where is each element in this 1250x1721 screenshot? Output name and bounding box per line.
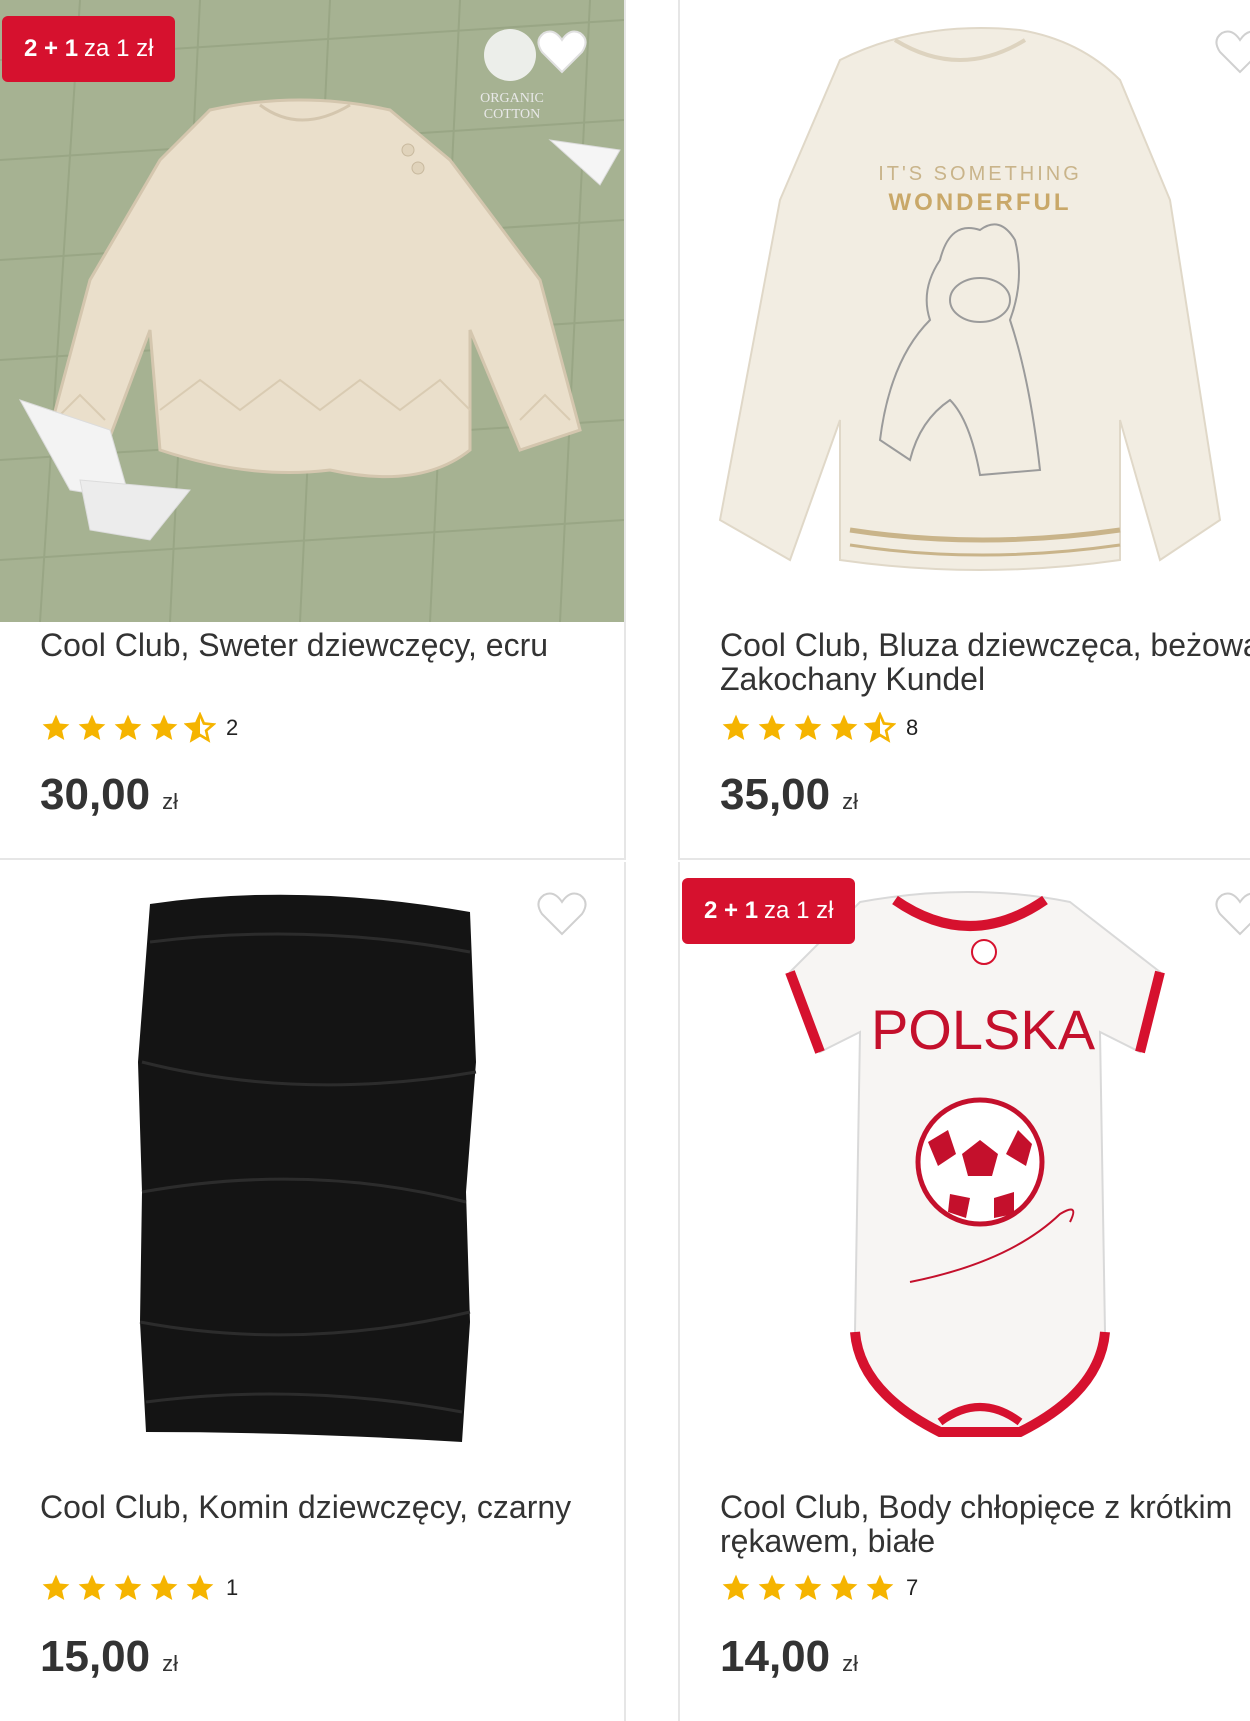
star-half-icon — [864, 712, 896, 743]
star-icon — [830, 714, 858, 740]
product-card[interactable]: IT'S SOMETHING WONDERFUL Cool Club, Bluz… — [678, 0, 1250, 860]
star-icon — [794, 1574, 822, 1600]
snood-illustration — [0, 862, 624, 1484]
promo-badge: 2 + 1 za 1 zł — [2, 16, 176, 82]
star-icon — [722, 1574, 750, 1600]
star-icon — [758, 714, 786, 740]
print-text: IT'S SOMETHING — [878, 163, 1082, 185]
star-icon — [78, 1574, 106, 1600]
print-text: POLSKA — [871, 998, 1096, 1061]
star-icon — [758, 1574, 786, 1600]
product-card[interactable]: ORGANIC COTTON 2 + 1 za 1 zł Cool Club, S… — [0, 0, 626, 860]
star-icon — [830, 1574, 858, 1600]
product-price: 15,00 zł — [40, 1632, 178, 1681]
star-icon — [186, 1574, 214, 1600]
rating-count: 2 — [226, 715, 239, 740]
svg-text:WONDERFUL: WONDERFUL — [889, 189, 1072, 216]
rating: 2 — [40, 712, 238, 744]
bodysuit-illustration: POLSKA — [680, 862, 1250, 1484]
product-card[interactable]: POLSKA 2 + 1 za 1 zł Cool Club, Body chło… — [678, 862, 1250, 1721]
star-icon — [150, 1574, 178, 1600]
star-icon — [150, 714, 178, 740]
product-image[interactable]: IT'S SOMETHING WONDERFUL — [680, 0, 1250, 622]
star-icon — [114, 714, 142, 740]
organic-cotton-logo: ORGANIC — [480, 91, 544, 106]
product-image[interactable] — [0, 862, 624, 1484]
star-icon — [722, 714, 750, 740]
star-half-icon — [184, 712, 216, 743]
heart-icon[interactable] — [1214, 28, 1250, 76]
rating: 1 — [40, 1572, 238, 1604]
rating-count: 1 — [226, 1575, 239, 1600]
star-icon — [78, 714, 106, 740]
rating-count: 7 — [906, 1575, 919, 1600]
rating-count: 8 — [906, 715, 919, 740]
product-image[interactable]: POLSKA — [680, 862, 1250, 1484]
product-price: 14,00 zł — [720, 1632, 858, 1681]
product-card[interactable]: Cool Club, Komin dziewczęcy, czarny 1 15… — [0, 862, 626, 1721]
heart-icon[interactable] — [536, 890, 588, 938]
star-icon — [866, 1574, 894, 1600]
star-icon — [42, 714, 70, 740]
sweater-illustration: ORGANIC COTTON — [0, 0, 624, 622]
product-grid: ORGANIC COTTON 2 + 1 za 1 zł Cool Club, S… — [0, 0, 1250, 1721]
heart-icon[interactable] — [1214, 890, 1250, 938]
rating: 8 — [720, 712, 918, 744]
promo-badge: 2 + 1 za 1 zł — [682, 878, 856, 944]
product-image[interactable]: ORGANIC COTTON — [0, 0, 624, 622]
product-title[interactable]: Cool Club, Komin dziewczęcy, czarny — [40, 1490, 600, 1524]
star-icon — [42, 1574, 70, 1600]
product-price: 35,00 zł — [720, 770, 858, 819]
heart-icon[interactable] — [536, 28, 588, 76]
product-price: 30,00 zł — [40, 770, 178, 819]
product-title[interactable]: Cool Club, Body chłopięce z krótkim ręka… — [720, 1490, 1250, 1558]
star-icon — [114, 1574, 142, 1600]
sweatshirt-illustration: IT'S SOMETHING WONDERFUL — [680, 0, 1250, 622]
star-icon — [794, 714, 822, 740]
product-title[interactable]: Cool Club, Sweter dziewczęcy, ecru — [40, 628, 600, 662]
svg-text:COTTON: COTTON — [484, 107, 541, 122]
rating: 7 — [720, 1572, 918, 1604]
product-title[interactable]: Cool Club, Bluza dziewczęca, beżowa, Zak… — [720, 628, 1250, 696]
